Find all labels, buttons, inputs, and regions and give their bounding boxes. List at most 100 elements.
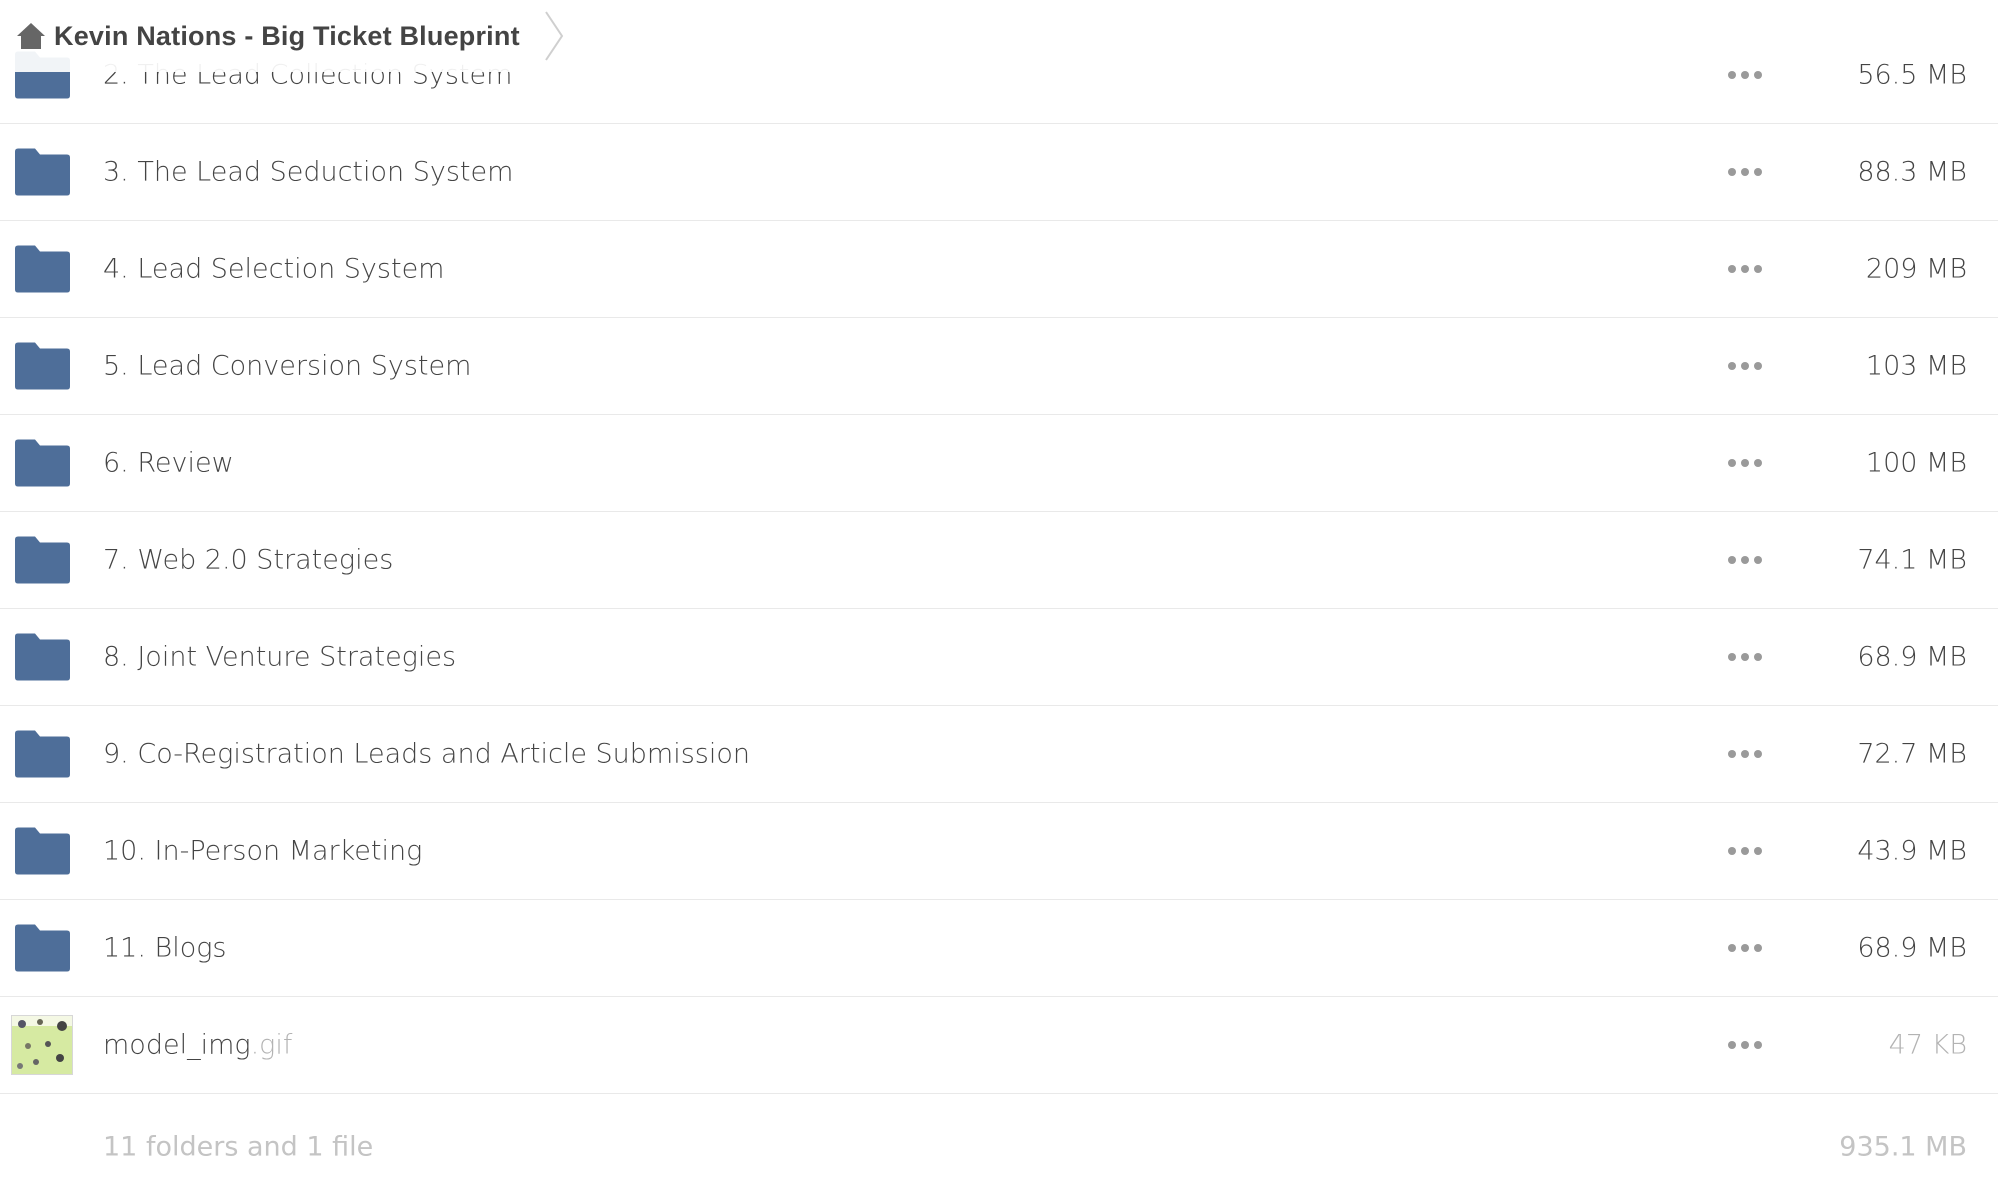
breadcrumb: Kevin Nations - Big Ticket Blueprint <box>0 0 566 72</box>
folder-icon <box>15 439 70 487</box>
dot <box>1741 459 1749 467</box>
item-name-text: 5. Lead Conversion System <box>103 350 472 382</box>
more-options-icon[interactable] <box>1728 845 1762 857</box>
folder-row[interactable]: 9. Co-Registration Leads and Article Sub… <box>0 706 1998 803</box>
item-size: 103 MB <box>1865 350 1967 382</box>
dot <box>1754 556 1762 564</box>
folder-name[interactable]: 11. Blogs <box>103 933 227 964</box>
folder-summary: 11 folders and 1 file 935.1 MB <box>0 1117 1998 1177</box>
file-row[interactable]: model_img.gif 47 KB <box>0 997 1998 1094</box>
dot <box>1741 265 1749 273</box>
folder-row[interactable]: 5. Lead Conversion System 103 MB <box>0 318 1998 415</box>
file-name[interactable]: model_img.gif <box>103 1030 292 1061</box>
more-options-icon[interactable] <box>1728 748 1762 760</box>
dot <box>1741 847 1749 855</box>
folder-name[interactable]: 8. Joint Venture Strategies <box>103 642 456 673</box>
folder-row[interactable]: 8. Joint Venture Strategies 68.9 MB <box>0 609 1998 706</box>
dot <box>1728 168 1736 176</box>
item-name-text: 6. Review <box>103 447 234 479</box>
more-options-icon[interactable] <box>1728 942 1762 954</box>
item-size: 43.9 MB <box>1857 835 1967 867</box>
folder-icon <box>15 827 70 875</box>
dot <box>1728 944 1736 952</box>
dot <box>1754 653 1762 661</box>
item-name-text: 9. Co-Registration Leads and Article Sub… <box>103 738 750 770</box>
dot <box>1728 459 1736 467</box>
more-options-icon[interactable] <box>1728 360 1762 372</box>
item-size: 47 KB <box>1888 1029 1967 1061</box>
folder-icon <box>15 342 70 390</box>
item-size: 68.9 MB <box>1857 641 1967 673</box>
folder-name[interactable]: 4. Lead Selection System <box>103 254 444 285</box>
home-icon[interactable] <box>16 21 46 51</box>
more-options-icon[interactable] <box>1728 457 1762 469</box>
item-count: 11 folders and 1 file <box>103 1131 374 1163</box>
item-name-text: 8. Joint Venture Strategies <box>103 641 457 673</box>
dot <box>1754 944 1762 952</box>
item-name-text: 4. Lead Selection System <box>103 253 445 285</box>
item-size: 56.5 MB <box>1857 59 1967 91</box>
item-size: 74.1 MB <box>1857 544 1967 576</box>
item-name-text: 11. Blogs <box>103 932 227 964</box>
dot <box>1741 362 1749 370</box>
dot <box>1741 168 1749 176</box>
more-options-icon[interactable] <box>1728 69 1762 81</box>
folder-row[interactable]: 7. Web 2.0 Strategies 74.1 MB <box>0 512 1998 609</box>
image-thumbnail-icon <box>11 1015 73 1075</box>
folder-name[interactable]: 6. Review <box>103 448 234 479</box>
dot <box>1728 1041 1736 1049</box>
folder-row[interactable]: 3. The Lead Seduction System 88.3 MB <box>0 124 1998 221</box>
folder-row[interactable]: 10. In-Person Marketing 43.9 MB <box>0 803 1998 900</box>
item-size: 68.9 MB <box>1857 932 1967 964</box>
folder-row[interactable]: 4. Lead Selection System 209 MB <box>0 221 1998 318</box>
item-size: 88.3 MB <box>1857 156 1967 188</box>
folder-row[interactable]: 6. Review 100 MB <box>0 415 1998 512</box>
more-options-icon[interactable] <box>1728 263 1762 275</box>
folder-icon <box>15 730 70 778</box>
dot <box>1754 1041 1762 1049</box>
file-extension: .gif <box>250 1029 293 1061</box>
dot <box>1741 944 1749 952</box>
dot <box>1741 1041 1749 1049</box>
dot <box>1754 168 1762 176</box>
dot <box>1728 362 1736 370</box>
folder-icon <box>15 245 70 293</box>
folder-icon <box>15 148 70 196</box>
folder-name[interactable]: 3. The Lead Seduction System <box>103 157 513 188</box>
folder-name[interactable]: 10. In-Person Marketing <box>103 836 422 867</box>
dot <box>1741 653 1749 661</box>
folder-icon <box>15 633 70 681</box>
dot <box>1741 71 1749 79</box>
item-size: 100 MB <box>1865 447 1967 479</box>
dot <box>1754 750 1762 758</box>
folder-name[interactable]: 5. Lead Conversion System <box>103 351 471 382</box>
item-name-text: 7. Web 2.0 Strategies <box>103 544 394 576</box>
dot <box>1754 459 1762 467</box>
item-name-text: 10. In-Person Marketing <box>103 835 423 867</box>
more-options-icon[interactable] <box>1728 651 1762 663</box>
folder-row[interactable]: 11. Blogs 68.9 MB <box>0 900 1998 997</box>
item-name-text: 3. The Lead Seduction System <box>103 156 514 188</box>
dot <box>1728 750 1736 758</box>
dot <box>1728 71 1736 79</box>
item-size: 72.7 MB <box>1857 738 1967 770</box>
dot <box>1741 750 1749 758</box>
folder-name[interactable]: 7. Web 2.0 Strategies <box>103 545 393 576</box>
dot <box>1741 556 1749 564</box>
more-options-icon[interactable] <box>1728 1039 1762 1051</box>
dot <box>1728 265 1736 273</box>
item-name-text: model_img <box>103 1029 251 1061</box>
dot <box>1754 265 1762 273</box>
more-options-icon[interactable] <box>1728 166 1762 178</box>
dot <box>1728 653 1736 661</box>
folder-name[interactable]: 9. Co-Registration Leads and Article Sub… <box>103 739 750 770</box>
breadcrumb-folder-title[interactable]: Kevin Nations - Big Ticket Blueprint <box>54 21 520 52</box>
total-size: 935.1 MB <box>1839 1131 1967 1163</box>
folder-icon <box>15 924 70 972</box>
dot <box>1754 362 1762 370</box>
dot <box>1728 556 1736 564</box>
more-options-icon[interactable] <box>1728 554 1762 566</box>
chevron-right-icon <box>544 10 566 62</box>
item-size: 209 MB <box>1865 253 1967 285</box>
dot <box>1754 847 1762 855</box>
